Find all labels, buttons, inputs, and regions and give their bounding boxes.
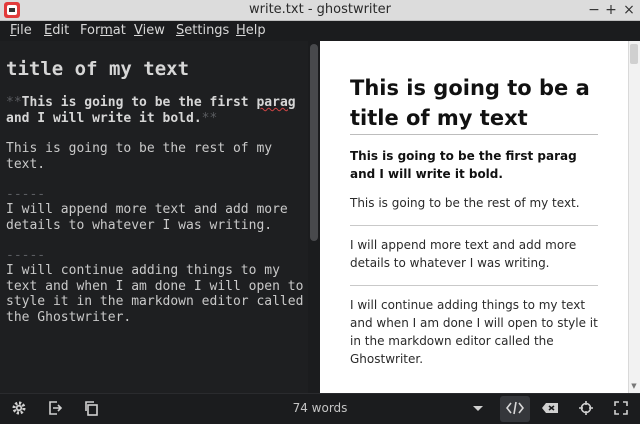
word-count: 74 words <box>292 401 348 415</box>
menu-help[interactable]: Help <box>236 23 266 38</box>
editor-horizontal-rule-2: ----- <box>6 248 46 263</box>
preview-divider-2 <box>350 285 598 286</box>
preview-divider-1 <box>350 225 598 226</box>
menu-format[interactable]: Format <box>80 23 126 38</box>
window-titlebar: write.txt - ghostwriter − + × <box>0 0 640 21</box>
preview-paragraph-3: I will continue adding things to my text… <box>350 298 598 366</box>
editor-paragraph-2: I will append more text and add more det… <box>6 202 288 233</box>
editor-heading-line: title of my text <box>6 58 190 80</box>
editor-bold-line-1: **This is going to be the first parag <box>6 95 296 110</box>
menu-edit[interactable]: Edit <box>44 23 69 38</box>
dropdown-arrow-icon[interactable] <box>469 400 487 418</box>
window-title: write.txt - ghostwriter <box>248 2 391 17</box>
preview-scrollbar-thumb[interactable] <box>630 44 638 64</box>
spellcheck-misspelled-word: parag <box>256 95 296 110</box>
editor-scrollbar-thumb[interactable] <box>310 44 318 241</box>
copy-icon[interactable] <box>82 400 100 418</box>
status-bar: 74 words <box>0 393 640 424</box>
preview-paragraph-1: This is going to be the rest of my text. <box>350 196 580 210</box>
html-preview: This is going to be a title of my text T… <box>320 41 628 393</box>
menu-settings[interactable]: Settings <box>176 23 229 38</box>
settings-icon[interactable] <box>10 400 28 418</box>
markdown-editor[interactable]: title of my text **This is going to be t… <box>0 41 310 393</box>
preview-paragraph-2: I will append more text and add more det… <box>350 238 577 270</box>
menu-bar: File Edit Format View Settings Help <box>0 21 640 41</box>
minimize-button[interactable]: − <box>586 1 602 19</box>
preview-heading: This is going to be a title of my text <box>350 76 590 130</box>
menu-view[interactable]: View <box>134 23 165 38</box>
maximize-button[interactable]: + <box>603 1 619 19</box>
editor-paragraph-1: This is going to be the rest of my text. <box>6 141 273 172</box>
close-button[interactable]: × <box>621 1 637 19</box>
editor-bold-line-2: and I will write it bold.** <box>6 111 218 126</box>
fullscreen-icon[interactable] <box>612 400 630 418</box>
preview-scrollbar-track[interactable] <box>628 41 640 393</box>
editor-paragraph-3: I will continue adding things to my text… <box>6 263 304 325</box>
preview-bold-paragraph: This is going to be the first parag and … <box>350 149 577 181</box>
focus-mode-icon[interactable] <box>577 400 595 418</box>
html-preview-icon[interactable] <box>505 400 525 418</box>
hemingway-mode-icon[interactable] <box>541 400 559 418</box>
scroll-down-arrow-icon[interactable]: ▼ <box>630 382 638 390</box>
menu-file[interactable]: File <box>10 23 32 38</box>
preview-heading-underline <box>350 134 598 135</box>
export-icon[interactable] <box>46 400 64 418</box>
editor-horizontal-rule-1: ----- <box>6 187 46 202</box>
